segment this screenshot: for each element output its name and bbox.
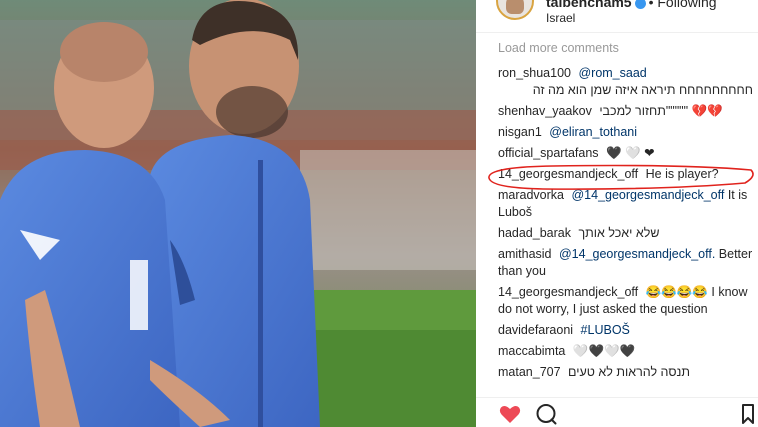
comment-username[interactable]: matan_707 — [498, 365, 561, 379]
comment-username[interactable]: shenhav_yaakov — [498, 104, 592, 118]
comment-item: matan_707 תנסה להראות לא טעים — [498, 364, 753, 381]
comment-mention[interactable]: @eliran_tothani — [549, 125, 637, 139]
comment-mention[interactable]: @rom_saad — [578, 66, 646, 80]
comment-list: Load more comments ron_shua100 @rom_saad… — [498, 40, 753, 385]
comment-item: shenhav_yaakov תחזור למכבי""""" 💔💔 — [498, 103, 753, 120]
comment-username[interactable]: maccabimta — [498, 344, 565, 358]
comment-text: 🖤 🤍 ❤ — [606, 146, 655, 160]
comment-text: תחזור למכבי""""" 💔💔 — [599, 104, 723, 118]
comment-item: amithasid @14_georgesmandjeck_off. Bette… — [498, 246, 753, 280]
comment-username[interactable]: 14_georgesmandjeck_off — [498, 285, 638, 299]
load-more-comments-link[interactable]: Load more comments — [498, 40, 753, 57]
comment-text: שלא יאכל אותך — [578, 226, 660, 240]
post-photo — [0, 0, 476, 427]
avatar-photo — [506, 0, 524, 14]
comment-item: maradvorka @14_georgesmandjeck_off It is… — [498, 187, 753, 221]
comment-item: ron_shua100 @rom_saad חחחחחחחחח תיראה אי… — [498, 65, 753, 99]
comment-username[interactable]: official_spartafans — [498, 146, 599, 160]
comment-username[interactable]: maradvorka — [498, 188, 564, 202]
bookmark-icon[interactable] — [738, 402, 758, 426]
comment-icon[interactable] — [534, 402, 558, 426]
comment-hashtag[interactable]: #LUBOŠ — [581, 323, 630, 337]
comment-item: nisgan1 @eliran_tothani — [498, 124, 753, 141]
comment-username[interactable]: 14_georgesmandjeck_off — [498, 167, 638, 181]
comment-text: תנסה להראות לא טעים — [568, 365, 691, 379]
comment-username[interactable]: nisgan1 — [498, 125, 542, 139]
heart-icon[interactable] — [498, 402, 522, 426]
comment-username[interactable]: davidefaraoni — [498, 323, 573, 337]
author-username[interactable]: talbencham5 — [546, 0, 632, 10]
comment-text: 🤍🖤🤍🖤 — [572, 344, 636, 358]
comment-item: davidefaraoni #LUBOŠ — [498, 322, 753, 339]
comment-item: hadad_barak שלא יאכל אותך — [498, 225, 753, 242]
post-author[interactable]: talbencham5 • Following — [546, 0, 717, 10]
comment-username[interactable]: ron_shua100 — [498, 66, 571, 80]
comment-item: maccabimta 🤍🖤🤍🖤 — [498, 343, 753, 360]
comment-mention[interactable]: @14_georgesmandjeck_off. — [559, 247, 715, 261]
post-location[interactable]: Israel — [546, 11, 575, 25]
comment-text: He is player? — [645, 167, 719, 181]
comment-item: 14_georgesmandjeck_off 😂😂😂😂 I know do no… — [498, 284, 753, 318]
comment-username[interactable]: amithasid — [498, 247, 552, 261]
comment-text: חחחחחחחחח תיראה איזה שמן הוא מה זה — [532, 83, 753, 97]
avatar[interactable] — [496, 0, 534, 20]
comment-username[interactable]: hadad_barak — [498, 226, 571, 240]
action-bar — [476, 397, 758, 427]
comment-mention[interactable]: @14_georgesmandjeck_off — [571, 188, 724, 202]
post-header: talbencham5 • Following Israel — [476, 0, 758, 33]
comments-panel: talbencham5 • Following Israel Load more … — [476, 0, 758, 427]
follow-status[interactable]: • Following — [649, 0, 717, 10]
comment-item: official_spartafans 🖤 🤍 ❤ — [498, 145, 753, 162]
comment-item: 14_georgesmandjeck_off He is player? — [498, 166, 753, 183]
verified-badge-icon — [634, 0, 646, 9]
